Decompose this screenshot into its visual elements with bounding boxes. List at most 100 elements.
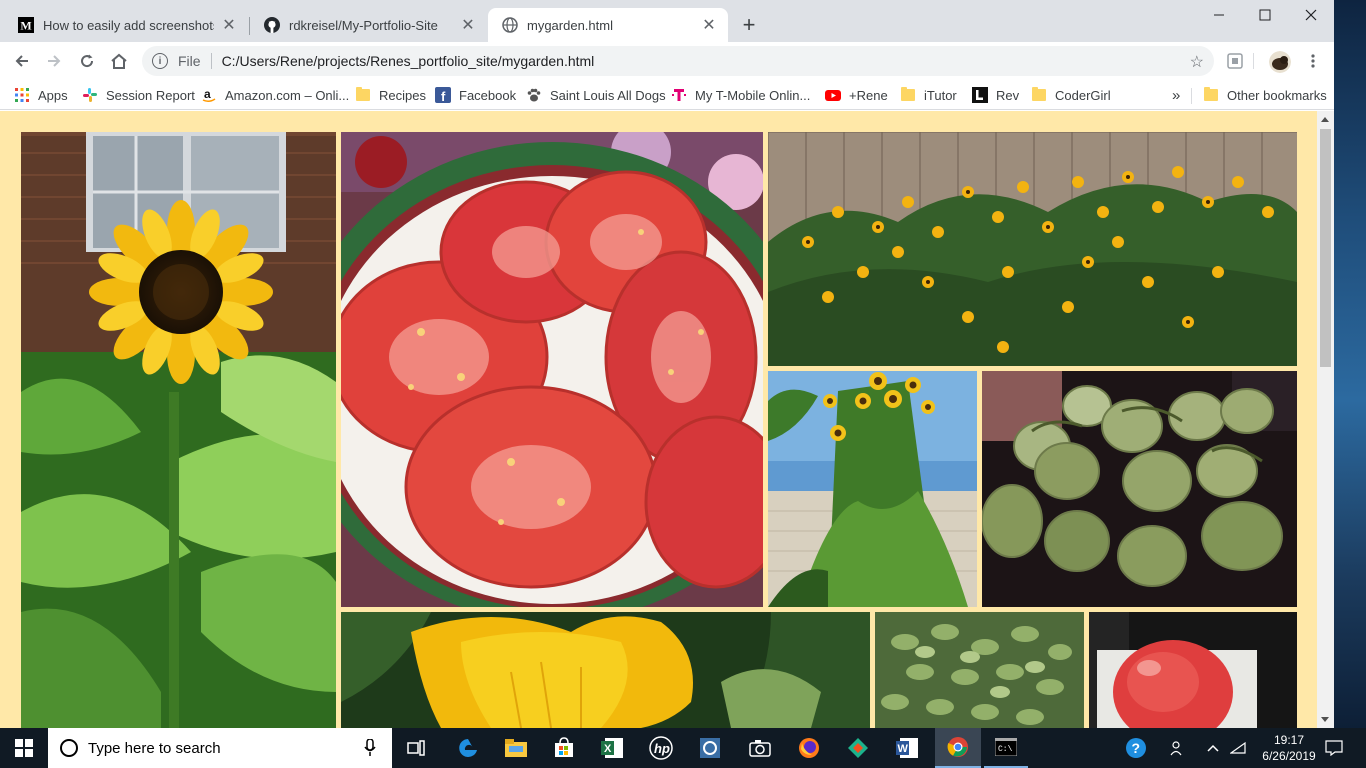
firefox-icon[interactable] <box>791 728 827 768</box>
forward-button[interactable] <box>40 47 68 75</box>
forward-arrow-icon <box>48 55 61 67</box>
camera-icon[interactable] <box>742 728 778 768</box>
page-viewport <box>0 111 1334 728</box>
close-icon[interactable]: ✕ <box>220 16 238 34</box>
clock[interactable]: 19:17 6/26/2019 <box>1252 728 1326 768</box>
home-button[interactable] <box>105 47 133 75</box>
back-button[interactable] <box>8 47 36 75</box>
start-button[interactable] <box>0 728 48 768</box>
bookmark-apps[interactable]: Apps <box>14 84 68 106</box>
bookmark-label: Recipes <box>379 87 426 103</box>
tab-github[interactable]: rdkreisel/My-Portfolio-Site ✕ <box>250 8 487 42</box>
search-placeholder: Type here to search <box>88 739 221 757</box>
svg-text:C:\: C:\ <box>998 745 1013 754</box>
folder-icon <box>355 87 371 103</box>
bookmarks-bar: Apps Session Report a Amazon.com – Onli.… <box>0 80 1334 110</box>
bookmark-recipes[interactable]: Recipes <box>355 84 426 106</box>
youtube-icon <box>825 87 841 103</box>
scroll-up-arrow-icon[interactable] <box>1321 117 1329 122</box>
bookmark-rev[interactable]: Rev <box>972 84 1019 106</box>
svg-text:?: ? <box>1132 740 1141 756</box>
people-icon[interactable] <box>1166 728 1190 768</box>
tab-title: mygarden.html <box>527 17 613 33</box>
tab-strip: M How to easily add screenshots in ✕ rdk… <box>0 0 1334 42</box>
extension-icon[interactable] <box>1226 52 1244 70</box>
page-scrollbar[interactable] <box>1317 111 1334 728</box>
medium-icon: M <box>18 17 34 33</box>
word-icon[interactable]: W <box>889 728 925 768</box>
clock-time: 19:17 <box>1273 733 1305 747</box>
reload-button[interactable] <box>73 47 101 75</box>
hp-icon[interactable]: hp <box>643 728 679 768</box>
bookmark-label: My T-Mobile Onlin... <box>695 87 811 103</box>
cortana-icon <box>60 739 78 757</box>
taskbar-search[interactable]: Type here to search <box>48 728 392 768</box>
tab-medium-article[interactable]: M How to easily add screenshots in ✕ <box>4 8 248 42</box>
windows-icon <box>15 739 33 757</box>
facebook-icon: f <box>435 87 451 103</box>
kebab-menu-icon <box>1311 54 1315 68</box>
bookmark-rene-youtube[interactable]: +Rene <box>825 84 888 106</box>
paw-icon <box>526 87 542 103</box>
excel-icon[interactable]: X <box>594 728 630 768</box>
bookmark-amazon[interactable]: a Amazon.com – Onli... <box>201 84 349 106</box>
reload-icon <box>81 54 94 68</box>
svg-text:X: X <box>604 743 612 755</box>
notifications-icon[interactable] <box>1318 728 1350 768</box>
clock-date: 6/26/2019 <box>1262 749 1316 763</box>
help-icon[interactable]: ? <box>1122 728 1150 768</box>
new-tab-button[interactable]: + <box>737 12 761 37</box>
bookmark-label: CoderGirl <box>1055 87 1111 103</box>
gitkraken-icon[interactable] <box>840 728 876 768</box>
bookmark-star-icon[interactable]: ☆ <box>1190 52 1204 72</box>
svg-text:f: f <box>441 89 446 103</box>
amazon-icon: a <box>201 87 217 103</box>
store-icon[interactable] <box>546 728 582 768</box>
task-view-icon[interactable] <box>400 728 432 768</box>
tab-mygarden[interactable]: mygarden.html ✕ <box>488 8 728 42</box>
address-bar[interactable]: i File C:/Users/Rene/projects/Renes_port… <box>142 46 1214 76</box>
tab-title: How to easily add screenshots in <box>43 17 214 33</box>
maximize-button[interactable] <box>1242 0 1288 30</box>
bookmark-saint-louis-all-dogs[interactable]: Saint Louis All Dogs <box>526 84 666 106</box>
bookmark-label: +Rene <box>849 87 888 103</box>
edge-icon[interactable] <box>450 728 486 768</box>
bookmark-session-report[interactable]: Session Report <box>82 84 195 106</box>
svg-text:W: W <box>898 743 909 755</box>
scrollbar-thumb[interactable] <box>1320 129 1331 367</box>
github-icon <box>264 17 280 33</box>
bookmark-label: Session Report <box>106 87 195 103</box>
app-icon[interactable] <box>692 728 728 768</box>
wifi-icon[interactable] <box>1227 728 1249 768</box>
bookmark-itutor[interactable]: iTutor <box>900 84 957 106</box>
bookmark-tmobile[interactable]: My T-Mobile Onlin... <box>671 84 810 106</box>
info-icon[interactable]: i <box>152 53 168 69</box>
close-icon[interactable]: ✕ <box>700 16 718 34</box>
url-text[interactable]: C:/Users/Rene/projects/Renes_portfolio_s… <box>222 53 595 69</box>
svg-text:a: a <box>204 87 211 101</box>
close-window-button[interactable] <box>1288 0 1334 30</box>
taskbar: Type here to search X hp W C:\ ? 19:17 6… <box>0 728 1366 768</box>
divider <box>210 53 212 69</box>
tomato-slices-photo <box>341 132 763 607</box>
bookmark-codergirl[interactable]: CoderGirl <box>1031 84 1111 106</box>
bookmarks-overflow-button[interactable]: » <box>1172 84 1180 106</box>
scroll-down-arrow-icon[interactable] <box>1321 717 1329 722</box>
avatar[interactable] <box>1269 51 1291 73</box>
bookmark-label: Facebook <box>459 87 517 103</box>
pink-tomato-photo <box>1089 612 1297 728</box>
close-icon[interactable]: ✕ <box>459 16 477 34</box>
sunflower-photo <box>21 132 336 728</box>
svg-text:M: M <box>20 19 31 33</box>
terminal-icon[interactable]: C:\ <box>984 728 1028 768</box>
other-bookmarks[interactable]: Other bookmarks <box>1203 84 1327 106</box>
chevron-up-icon[interactable] <box>1203 728 1223 768</box>
apps-grid-icon <box>14 87 30 103</box>
menu-button[interactable] <box>1299 47 1327 75</box>
browser-toolbar: i File C:/Users/Rene/projects/Renes_port… <box>0 42 1334 80</box>
minimize-button[interactable] <box>1196 0 1242 30</box>
microphone-icon <box>364 739 376 756</box>
file-explorer-icon[interactable] <box>498 728 534 768</box>
chrome-icon[interactable] <box>935 728 981 768</box>
bookmark-facebook[interactable]: f Facebook <box>435 84 516 106</box>
